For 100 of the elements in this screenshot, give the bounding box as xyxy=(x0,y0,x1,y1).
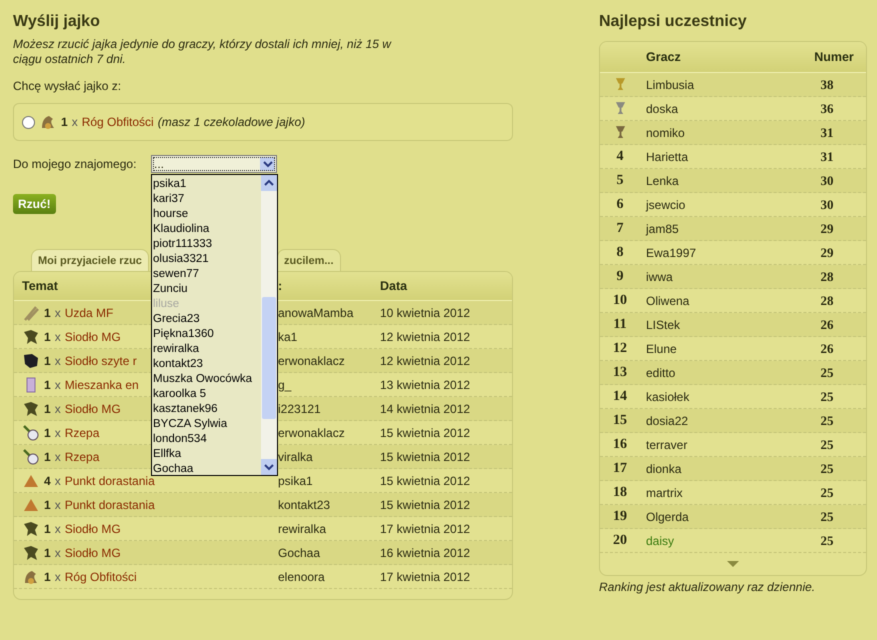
score: 26 xyxy=(820,316,834,332)
player-name: Olgerda xyxy=(646,510,689,524)
scroll-up-icon[interactable] xyxy=(264,178,274,188)
table-cell: 15 kwietnia 2012 xyxy=(380,426,470,440)
quantity: 1 xyxy=(44,450,51,464)
table-cell: erwonaklacz xyxy=(278,426,345,440)
item-note: (masz 1 czekoladowe jajko) xyxy=(158,115,306,129)
dropdown-option[interactable]: hourse xyxy=(152,207,261,222)
down-arrow-icon[interactable] xyxy=(727,561,739,567)
dropdown-option[interactable]: Piękna1360 xyxy=(152,327,261,342)
item-link[interactable]: Punkt dorastania xyxy=(64,498,155,512)
item-link[interactable]: Mieszanka en xyxy=(64,378,139,392)
scrollbar[interactable] xyxy=(261,175,277,475)
player-name: nomiko xyxy=(646,126,685,140)
quantity: 1 xyxy=(44,546,51,560)
score: 31 xyxy=(820,148,834,164)
times-sign: x xyxy=(54,306,61,320)
player-name: daisy xyxy=(646,534,674,548)
rank-number: 12 xyxy=(613,340,627,356)
dropdown-option[interactable]: kontakt23 xyxy=(152,357,261,372)
dropdown-option[interactable]: Klaudiolina xyxy=(152,222,261,237)
column-header: Gracz xyxy=(645,50,682,64)
trophy-icon xyxy=(614,77,626,92)
times-sign: x xyxy=(54,378,61,392)
rank-number: 11 xyxy=(613,316,627,332)
dropdown-option[interactable]: olusia3321 xyxy=(152,252,261,267)
section-title: Wyślij jajko xyxy=(13,13,101,31)
dropdown-option[interactable]: BYCZA Sylwia xyxy=(152,417,261,432)
item-link[interactable]: Rzepa xyxy=(64,426,100,440)
quantity: 1 xyxy=(61,115,68,129)
item-link[interactable]: Uzda MF xyxy=(64,306,114,320)
table-cell: i223121 xyxy=(278,402,321,416)
table-cell: 12 kwietnia 2012 xyxy=(380,330,470,344)
caption: Ranking jest aktualizowany raz dziennie. xyxy=(599,580,816,594)
times-sign: x xyxy=(54,546,61,560)
item-link[interactable]: Rzepa xyxy=(64,450,100,464)
column-header: Numer xyxy=(813,50,855,64)
dropdown-option[interactable]: Gochaa xyxy=(152,462,261,477)
times-sign: x xyxy=(54,522,61,536)
dropdown-option[interactable]: london534 xyxy=(152,432,261,447)
dropdown-option[interactable]: psika1 xyxy=(152,177,261,192)
field-label: Chcę wysłać jajko z: xyxy=(13,79,122,93)
saddle-icon xyxy=(22,520,40,538)
item-link[interactable]: Siodło MG xyxy=(64,546,121,560)
table-cell: g_ xyxy=(278,378,292,392)
dropdown-option[interactable]: rewiralka xyxy=(152,342,261,357)
times-sign: x xyxy=(54,474,61,488)
dropdown-option[interactable]: sewen77 xyxy=(152,267,261,282)
table-cell: 12 kwietnia 2012 xyxy=(380,354,470,368)
saddle-icon xyxy=(22,328,40,346)
section-title: Najlepsi uczestnicy xyxy=(599,13,748,31)
item-link[interactable]: Siodło MG xyxy=(64,402,121,416)
item-link[interactable]: Róg Obfitości xyxy=(82,115,154,129)
item-link[interactable]: Siodło szyte r xyxy=(64,354,137,368)
dropdown-option[interactable]: Zunciu xyxy=(152,282,261,297)
table-cell: 17 kwietnia 2012 xyxy=(380,522,470,536)
score: 28 xyxy=(820,292,834,308)
dropdown-option[interactable]: piotr111333 xyxy=(152,237,261,252)
player-name: doska xyxy=(646,102,678,116)
item-link[interactable]: Punkt dorastania xyxy=(64,474,155,488)
scroll-down-icon[interactable] xyxy=(264,462,274,472)
times-sign: x xyxy=(54,330,61,344)
rank-number: 16 xyxy=(613,436,627,452)
player-name: editto xyxy=(646,366,676,380)
saddle-icon xyxy=(22,352,40,370)
dropdown-option[interactable]: kari37 xyxy=(152,192,261,207)
score: 30 xyxy=(820,196,834,212)
radish-icon xyxy=(22,424,40,442)
tab[interactable]: zucilem... xyxy=(277,249,341,271)
quantity: 1 xyxy=(44,426,51,440)
item-link[interactable]: Siodło MG xyxy=(64,522,121,536)
score: 30 xyxy=(820,172,834,188)
radio-button[interactable] xyxy=(22,116,35,128)
tab[interactable]: Moi przyjaciele rzuc xyxy=(31,249,149,271)
radish-icon xyxy=(22,448,40,466)
quantity: 1 xyxy=(44,378,51,392)
dropdown-option[interactable]: karoolka 5 xyxy=(152,387,261,402)
dropdown-option[interactable]: kasztanek96 xyxy=(152,402,261,417)
times-sign: x xyxy=(54,402,61,416)
item-link[interactable]: Siodło MG xyxy=(64,330,121,344)
dropdown-option[interactable]: Ellfka xyxy=(152,447,261,462)
times-sign: x xyxy=(54,498,61,512)
player-name: dionka xyxy=(646,462,682,476)
player-name: Lenka xyxy=(646,174,679,188)
rank-number: 8 xyxy=(616,244,624,260)
dropdown-option[interactable]: Grecia23 xyxy=(152,312,261,327)
table-cell: 10 kwietnia 2012 xyxy=(380,306,470,320)
quantity: 1 xyxy=(44,330,51,344)
item-link[interactable]: Róg Obfitości xyxy=(64,570,137,584)
friend-select[interactable]: ... xyxy=(151,155,277,173)
score: 29 xyxy=(820,244,834,260)
table-cell: Gochaa xyxy=(278,546,320,560)
player-name: kasiołek xyxy=(646,390,690,404)
times-sign: x xyxy=(54,354,61,368)
saddle-icon xyxy=(22,400,40,418)
rank-number: 9 xyxy=(616,268,624,284)
table-cell: psika1 xyxy=(278,474,313,488)
dropdown-option[interactable]: Muszka Owocówka xyxy=(152,372,261,387)
times-sign: x xyxy=(54,570,61,584)
player-name: dosia22 xyxy=(646,414,688,428)
